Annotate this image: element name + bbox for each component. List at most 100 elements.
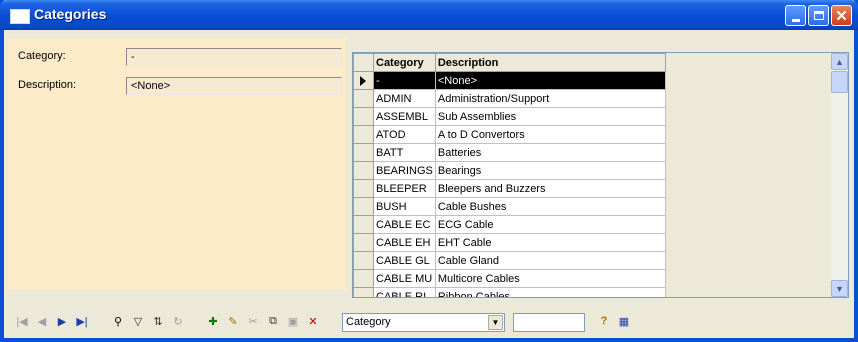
table-row[interactable]: CABLE EH EHT Cable xyxy=(353,233,666,252)
delete-button[interactable]: ✕ xyxy=(305,312,321,330)
cell-description[interactable]: Cable Gland xyxy=(434,251,666,270)
row-indicator[interactable] xyxy=(353,251,374,270)
find-button[interactable]: ⚲ xyxy=(110,312,126,330)
table-row[interactable]: BUSH Cable Bushes xyxy=(353,197,666,216)
search-field-select[interactable]: Category ▼ xyxy=(342,313,505,332)
current-row-arrow-icon xyxy=(360,75,366,86)
cell-category[interactable]: ASSEMBL xyxy=(373,107,436,126)
cell-category[interactable]: BEARINGS xyxy=(373,161,436,180)
cell-description[interactable]: ECG Cable xyxy=(434,215,666,234)
copy-button[interactable]: ⧉ xyxy=(265,312,281,330)
prior-record-button[interactable]: ◀ xyxy=(34,312,50,330)
row-indicator[interactable] xyxy=(353,287,374,297)
row-indicator[interactable] xyxy=(353,179,374,198)
last-record-button[interactable]: ▶| xyxy=(74,312,90,330)
table-row[interactable]: ATOD A to D Convertors xyxy=(353,125,666,144)
cell-description[interactable]: Sub Assemblies xyxy=(434,107,666,126)
cell-category[interactable]: CABLE EC xyxy=(373,215,436,234)
save-button[interactable]: ▣ xyxy=(285,312,301,330)
search-input[interactable] xyxy=(513,313,585,332)
categories-grid: Category Description - <None> ADMIN Admin… xyxy=(352,52,849,298)
refresh-button[interactable]: ↻ xyxy=(170,312,186,330)
minimize-button[interactable] xyxy=(785,5,806,26)
cell-description[interactable]: Bleepers and Buzzers xyxy=(434,179,666,198)
cut-button[interactable]: ✂ xyxy=(245,312,261,330)
row-indicator[interactable] xyxy=(353,107,374,126)
insert-icon: ✚ xyxy=(208,315,218,328)
grid-table: Category Description - <None> ADMIN Admin… xyxy=(353,53,666,297)
row-indicator[interactable] xyxy=(353,71,374,90)
title-bar[interactable]: Categories ✕ xyxy=(0,0,858,30)
scroll-up-button[interactable]: ▲ xyxy=(831,53,848,70)
filter-button[interactable]: ▽ xyxy=(130,312,146,330)
cell-category[interactable]: BUSH xyxy=(373,197,436,216)
maximize-button[interactable] xyxy=(808,5,829,26)
row-indicator[interactable] xyxy=(353,233,374,252)
cell-category[interactable]: CABLE EH xyxy=(373,233,436,252)
find-icon: ⚲ xyxy=(113,315,123,328)
edit-button[interactable]: ✎ xyxy=(225,312,241,330)
edit-icon: ✎ xyxy=(228,315,238,328)
column-header-category[interactable]: Category xyxy=(373,53,436,72)
table-row[interactable]: ADMIN Administration/Support xyxy=(353,89,666,108)
scroll-down-button[interactable]: ▼ xyxy=(831,280,848,297)
cell-description[interactable]: Batteries xyxy=(434,143,666,162)
sort-icon: ⇅ xyxy=(153,315,163,328)
help-icon: ? xyxy=(600,315,608,327)
cell-category[interactable]: ADMIN xyxy=(373,89,436,108)
close-button[interactable]: ✕ xyxy=(831,5,852,26)
cell-description[interactable]: Bearings xyxy=(434,161,666,180)
cell-description[interactable]: A to D Convertors xyxy=(434,125,666,144)
refresh-icon: ↻ xyxy=(173,315,183,328)
next-record-button[interactable]: ▶ xyxy=(54,312,70,330)
row-indicator[interactable] xyxy=(353,269,374,288)
cell-category[interactable]: CABLE GL xyxy=(373,251,436,270)
cell-category[interactable]: BLEEPER xyxy=(373,179,436,198)
column-header-description[interactable]: Description xyxy=(434,53,666,72)
table-row[interactable]: CABLE EC ECG Cable xyxy=(353,215,666,234)
maximize-icon xyxy=(813,11,824,20)
cell-category[interactable]: CABLE MU xyxy=(373,269,436,288)
cell-description[interactable]: Ribbon Cables xyxy=(434,287,666,297)
delete-icon: ✕ xyxy=(308,315,318,328)
row-indicator[interactable] xyxy=(353,197,374,216)
table-row[interactable]: BEARINGS Bearings xyxy=(353,161,666,180)
row-indicator[interactable] xyxy=(353,161,374,180)
search-field-value: Category xyxy=(346,316,391,328)
help-button[interactable]: ? xyxy=(596,312,612,330)
row-indicator[interactable] xyxy=(353,215,374,234)
cell-category[interactable]: BATT xyxy=(373,143,436,162)
table-row[interactable]: CABLE GL Cable Gland xyxy=(353,251,666,270)
insert-button[interactable]: ✚ xyxy=(205,312,221,330)
grid-view-button[interactable]: ▦ xyxy=(616,312,632,330)
cell-category[interactable]: - xyxy=(373,71,436,90)
category-field[interactable]: - xyxy=(126,48,342,66)
grid-header-row: Category Description xyxy=(353,53,666,72)
row-indicator[interactable] xyxy=(353,125,374,144)
row-indicator-header[interactable] xyxy=(353,53,374,72)
table-row[interactable]: CABLE MU Multicore Cables xyxy=(353,269,666,288)
table-row[interactable]: BLEEPER Bleepers and Buzzers xyxy=(353,179,666,198)
cell-description[interactable]: Cable Bushes xyxy=(434,197,666,216)
cell-description[interactable]: Administration/Support xyxy=(434,89,666,108)
minimize-icon xyxy=(791,18,800,22)
copy-icon: ⧉ xyxy=(269,314,277,327)
description-field[interactable]: <None> xyxy=(126,77,342,95)
scroll-thumb[interactable] xyxy=(831,71,848,93)
cell-category[interactable]: CABLE RI xyxy=(373,287,436,297)
table-row[interactable]: - <None> xyxy=(353,71,666,90)
table-row[interactable]: ASSEMBL Sub Assemblies xyxy=(353,107,666,126)
first-record-button[interactable]: |◀ xyxy=(14,312,30,330)
row-indicator[interactable] xyxy=(353,143,374,162)
cell-description[interactable]: <None> xyxy=(434,71,666,90)
sort-button[interactable]: ⇅ xyxy=(150,312,166,330)
cell-description[interactable]: Multicore Cables xyxy=(434,269,666,288)
dropdown-button[interactable]: ▼ xyxy=(488,315,503,330)
cell-category[interactable]: ATOD xyxy=(373,125,436,144)
table-row[interactable]: BATT Batteries xyxy=(353,143,666,162)
vertical-scrollbar[interactable]: ▲ ▼ xyxy=(831,53,848,297)
row-indicator[interactable] xyxy=(353,89,374,108)
table-row[interactable]: CABLE RI Ribbon Cables xyxy=(353,287,666,297)
record-form: Category: - Description: <None> xyxy=(8,38,346,290)
cell-description[interactable]: EHT Cable xyxy=(434,233,666,252)
